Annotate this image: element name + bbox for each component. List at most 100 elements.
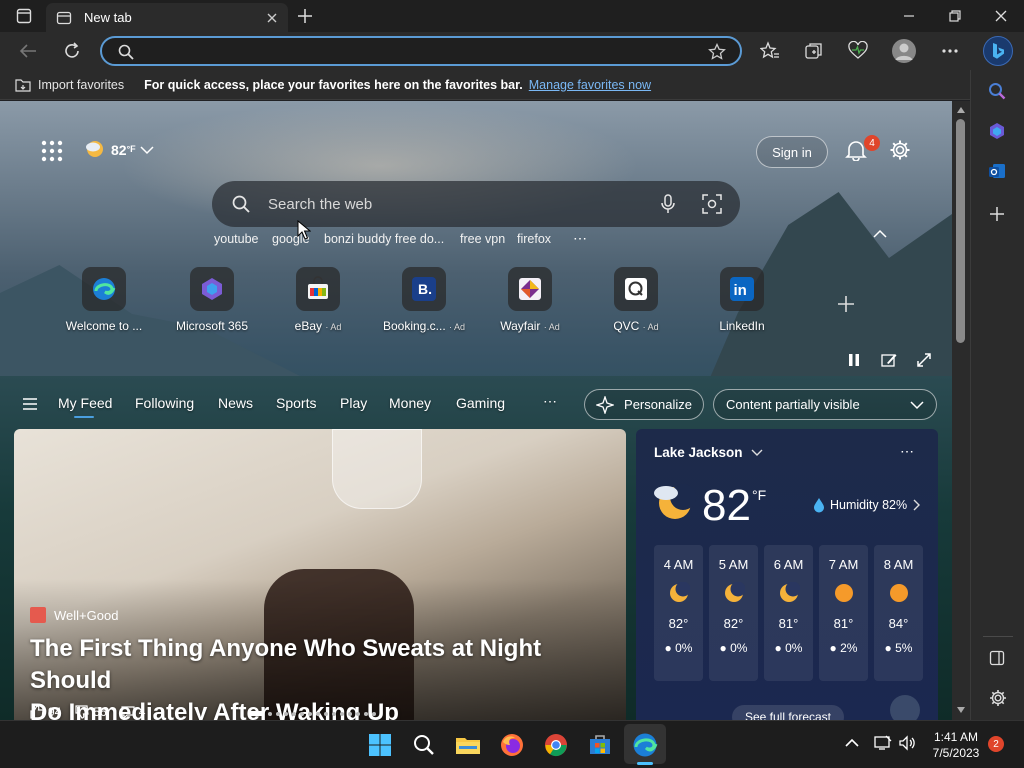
- quick-link-welcome[interactable]: Welcome to ...: [56, 267, 152, 333]
- minimize-button[interactable]: [902, 9, 916, 23]
- web-search-box[interactable]: [212, 181, 740, 227]
- carousel-dots[interactable]: [248, 711, 376, 716]
- tab-my-feed[interactable]: My Feed: [58, 395, 112, 411]
- quick-link-booking[interactable]: B. Booking.c... · Ad: [376, 267, 472, 333]
- feed-menu-icon[interactable]: [22, 397, 38, 411]
- ad-label: · Ad: [325, 322, 342, 332]
- tab-sports[interactable]: Sports: [276, 395, 316, 411]
- sidebar-hide-icon[interactable]: [989, 650, 1005, 666]
- hourly-item[interactable]: 8 AM 84° ● 5%: [874, 545, 923, 681]
- suggestion-link[interactable]: youtube: [214, 232, 258, 246]
- tab-gaming[interactable]: Gaming: [456, 395, 505, 411]
- thumbs-up-icon[interactable]: [30, 705, 44, 719]
- more-tabs-icon[interactable]: ⋯: [543, 393, 557, 410]
- sidebar-outlook-icon[interactable]: [988, 162, 1006, 180]
- comment-icon[interactable]: [121, 705, 135, 719]
- content-visibility-dropdown[interactable]: Content partially visible: [713, 389, 937, 420]
- close-window-button[interactable]: [994, 9, 1008, 23]
- browser-essentials-icon[interactable]: [848, 41, 868, 61]
- collections-icon[interactable]: [804, 41, 824, 61]
- thumbs-down-icon[interactable]: [75, 705, 90, 719]
- quick-link-linkedin[interactable]: in LinkedIn: [694, 267, 790, 333]
- weather-card[interactable]: Lake Jackson ⋯ 82 °F Humidity 82% 4 AM 8…: [636, 429, 938, 729]
- hourly-item[interactable]: 5 AM 82° ● 0%: [709, 545, 758, 681]
- profile-avatar[interactable]: [892, 39, 916, 63]
- favorites-bar: Import favorites For quick access, place…: [0, 70, 970, 100]
- tab-following[interactable]: Following: [135, 395, 194, 411]
- quick-link-qvc[interactable]: QVC · Ad: [588, 267, 684, 333]
- hourly-item[interactable]: 7 AM 81° ● 2%: [819, 545, 868, 681]
- hero-source: Well+Good: [30, 607, 118, 623]
- app-launcher-icon[interactable]: [41, 140, 63, 162]
- hour-precip: 0%: [785, 641, 803, 655]
- new-tab-icon: [56, 10, 72, 26]
- address-bar[interactable]: [100, 36, 742, 66]
- volume-icon[interactable]: [898, 735, 916, 751]
- edge-taskbar-icon[interactable]: [629, 729, 661, 761]
- new-tab-button[interactable]: [296, 7, 314, 25]
- tab-news[interactable]: News: [218, 395, 253, 411]
- hourly-item[interactable]: 6 AM 81° ● 0%: [764, 545, 813, 681]
- import-favorites-link[interactable]: Import favorites: [38, 78, 124, 92]
- suggestion-link[interactable]: bonzi buddy free do...: [324, 232, 444, 246]
- tab-new-tab[interactable]: New tab: [46, 3, 288, 32]
- quick-link-ebay[interactable]: eBay · Ad: [270, 267, 366, 333]
- weather-more-icon[interactable]: ⋯: [900, 443, 914, 460]
- taskbar-search-icon[interactable]: [408, 729, 440, 761]
- show-hidden-icons-icon[interactable]: [845, 738, 859, 748]
- sidebar-copilot-icon[interactable]: [988, 122, 1006, 140]
- personalize-button[interactable]: Personalize: [584, 389, 704, 420]
- edit-background-icon[interactable]: [881, 352, 897, 368]
- microsoft-store-icon[interactable]: [584, 729, 616, 761]
- network-icon[interactable]: [874, 735, 892, 751]
- page-settings-icon[interactable]: [889, 139, 911, 161]
- back-button[interactable]: [18, 42, 38, 60]
- notification-center-badge[interactable]: 2: [988, 736, 1004, 752]
- pause-background-icon[interactable]: [847, 353, 861, 367]
- visual-search-icon[interactable]: [702, 194, 722, 214]
- manage-favorites-link[interactable]: Manage favorites now: [529, 78, 651, 92]
- microphone-icon[interactable]: [660, 194, 676, 214]
- tab-money[interactable]: Money: [389, 395, 431, 411]
- hour-time: 5 AM: [718, 557, 749, 572]
- weather-chip[interactable]: 82 °F: [84, 138, 154, 162]
- tab-play[interactable]: Play: [340, 395, 367, 411]
- close-tab-icon[interactable]: [266, 12, 278, 24]
- quick-link-wayfair[interactable]: Wayfair · Ad: [482, 267, 578, 333]
- page-scrollbar[interactable]: [952, 101, 970, 720]
- hour-temp: 81°: [778, 616, 799, 631]
- weather-location[interactable]: Lake Jackson: [654, 445, 763, 460]
- humidity-link[interactable]: Humidity 82%: [812, 497, 921, 513]
- hero-article-card[interactable]: Well+Good The First Thing Anyone Who Swe…: [14, 429, 626, 729]
- bing-chat-button[interactable]: [983, 36, 1013, 66]
- refresh-button[interactable]: [62, 41, 82, 61]
- sign-in-button[interactable]: Sign in: [756, 136, 828, 168]
- search-icon: [232, 195, 250, 213]
- restore-button[interactable]: [948, 9, 962, 23]
- suggestion-link[interactable]: firefox: [517, 232, 551, 246]
- collapse-quick-links-icon[interactable]: [873, 229, 887, 239]
- scrollbar-thumb[interactable]: [956, 119, 965, 343]
- add-quick-link-icon[interactable]: [836, 294, 856, 314]
- sidebar-settings-icon[interactable]: [989, 689, 1007, 707]
- firefox-icon[interactable]: [496, 729, 528, 761]
- windows-start-icon[interactable]: [364, 729, 396, 761]
- suggestion-link[interactable]: free vpn: [460, 232, 505, 246]
- sidebar-add-icon[interactable]: [989, 206, 1005, 222]
- hourly-item[interactable]: 4 AM 82° ● 0%: [654, 545, 703, 681]
- chrome-icon[interactable]: [540, 729, 572, 761]
- favorite-star-icon[interactable]: [708, 43, 726, 61]
- favorites-icon[interactable]: [760, 41, 780, 61]
- more-suggestions-icon[interactable]: ⋯: [573, 230, 587, 247]
- sidebar-search-icon[interactable]: [988, 82, 1006, 100]
- quick-link-microsoft-365[interactable]: Microsoft 365: [164, 267, 260, 333]
- expand-background-icon[interactable]: [916, 352, 932, 368]
- web-search-input[interactable]: [268, 193, 648, 215]
- edge-logo-icon: [82, 267, 126, 311]
- headline-line: The First Thing Anyone Who Sweats at Nig…: [30, 635, 542, 694]
- address-input[interactable]: [148, 42, 688, 60]
- more-options-icon[interactable]: [940, 41, 960, 61]
- file-explorer-icon[interactable]: [452, 729, 484, 761]
- taskbar-clock[interactable]: 1:41 AM 7/5/2023: [928, 729, 984, 761]
- tab-actions-icon[interactable]: [16, 8, 32, 24]
